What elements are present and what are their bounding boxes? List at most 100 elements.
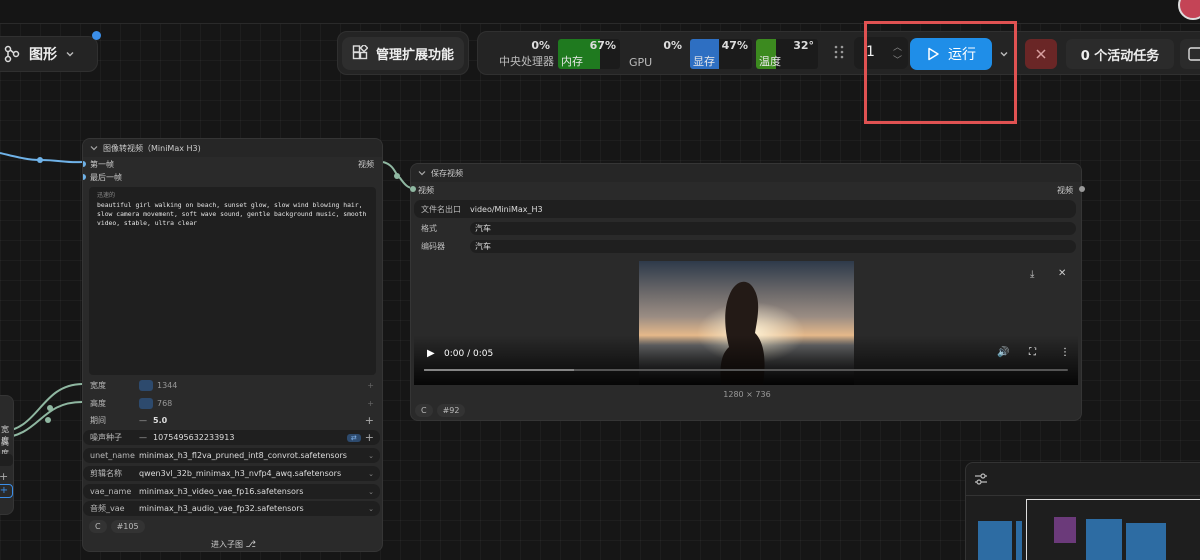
- plus-icon[interactable]: +: [365, 414, 374, 427]
- fullscreen-icon[interactable]: ⛶: [1029, 347, 1036, 358]
- vae-value: minimax_h3_video_vae_fp16.safetensors: [139, 487, 304, 496]
- chevron-down-icon: ⌄: [368, 451, 374, 460]
- left-widget[interactable]: [0, 454, 13, 466]
- duration-row[interactable]: 期间 — 5.0 +: [83, 413, 380, 428]
- vram-label: 显存: [693, 55, 715, 68]
- save-video-node[interactable]: 保存视频 视频 视频 文件名出口 video/MiniMax_H3 格式 汽车 …: [410, 163, 1082, 421]
- height-value: 768: [157, 399, 173, 408]
- clip-row[interactable]: 剪辑名称 qwen3vl_32b_minimax_h3_nvfp4_awq.sa…: [83, 466, 380, 481]
- height-label: 高度: [90, 399, 106, 408]
- seed-row[interactable]: 噪声种子 — 1075495632233913 ⇄ +: [83, 430, 380, 445]
- minimap-block: [1054, 517, 1076, 543]
- comfy-icon: C: [89, 520, 107, 533]
- plus-icon: +: [367, 381, 374, 390]
- vae-label: vae_name: [90, 487, 132, 496]
- filename-prefix-row[interactable]: 文件名出口 video/MiniMax_H3: [414, 200, 1076, 218]
- audio-vae-label: 音频_vae: [90, 504, 125, 513]
- filename-prefix-label: 文件名出口: [421, 204, 461, 214]
- linked-indicator: [139, 398, 153, 409]
- audio-vae-row[interactable]: 音频_vae minimax_h3_audio_vae_fp32.safeten…: [83, 501, 380, 516]
- save-node-footer: C #92: [415, 404, 466, 417]
- minimap[interactable]: [965, 462, 1200, 560]
- minimap-block: [1016, 521, 1022, 560]
- clip-label: 剪辑名称: [90, 469, 122, 478]
- save-video-input-label: 视频: [418, 186, 434, 195]
- codec-label: 编码器: [421, 241, 445, 251]
- save-node-title: 保存视频: [431, 168, 463, 178]
- first-frame-label: 第一帧: [90, 160, 114, 169]
- width-value: 1344: [157, 381, 178, 390]
- volume-icon[interactable]: 🔊: [997, 347, 1009, 358]
- prompt-textarea[interactable]: 迅速的 beautiful girl walking on beach, sun…: [89, 187, 376, 375]
- prompt-text: beautiful girl walking on beach, sunset …: [97, 201, 367, 227]
- ram-label: 内存: [561, 55, 583, 68]
- temp-value: 32°: [793, 39, 814, 52]
- minimap-block: [1086, 519, 1122, 560]
- save-node-header[interactable]: 保存视频: [411, 164, 1081, 182]
- width-label: 宽度: [90, 381, 106, 390]
- enter-subgraph-label: 进入子图: [211, 540, 244, 549]
- minimap-settings-icon[interactable]: [974, 471, 988, 490]
- chevron-down-icon: ⌄: [368, 504, 374, 513]
- more-options-icon[interactable]: ⋮: [1060, 347, 1070, 358]
- codec-value: 汽车: [470, 239, 1076, 253]
- unet-value: minimax_h3_fl2va_pruned_int8_convrot.saf…: [139, 451, 347, 460]
- controls-shade: [414, 335, 1078, 385]
- filename-prefix-value: video/MiniMax_H3: [470, 204, 543, 214]
- seed-value: 1075495632233913: [153, 433, 235, 442]
- comfy-icon: C: [415, 404, 433, 417]
- format-row[interactable]: 格式 汽车: [414, 221, 1076, 235]
- unet-label: unet_name: [90, 451, 135, 460]
- video-buffer: [424, 369, 574, 371]
- node-header[interactable]: 图像转视频（MiniMax H3): [83, 139, 382, 157]
- left-node[interactable]: 宽度 高度 + +: [0, 395, 14, 515]
- seed-label: 噪声种子: [90, 433, 122, 442]
- minimap-block: [1126, 523, 1166, 560]
- width-row[interactable]: 宽度 1344 +: [83, 378, 380, 393]
- node-title: 图像转视频（MiniMax H3): [103, 143, 201, 153]
- save-video-input-dot[interactable]: [410, 186, 416, 192]
- video-player[interactable]: ▶ 0:00 / 0:05 🔊 ⛶ ⋮: [414, 261, 1078, 385]
- duration-label: 期间: [90, 416, 106, 425]
- enter-subgraph-button[interactable]: 进入子图 ⎇: [83, 539, 382, 550]
- prompt-placeholder: 迅速的: [97, 192, 116, 199]
- first-frame-input-dot[interactable]: [83, 161, 86, 167]
- collapse-icon[interactable]: [418, 169, 426, 177]
- plus-icon[interactable]: +: [0, 470, 8, 483]
- chevron-down-icon: ⌄: [368, 469, 374, 478]
- chevron-down-icon: ⌄: [368, 487, 374, 496]
- format-label: 格式: [421, 223, 437, 233]
- node-id-badge: #105: [110, 520, 145, 533]
- vram-value: 47%: [721, 39, 748, 52]
- clip-value: qwen3vl_32b_minimax_h3_nvfp4_awq.safeten…: [139, 469, 342, 478]
- video-resolution: 1280 × 736: [723, 390, 771, 399]
- minus-icon[interactable]: —: [139, 433, 147, 442]
- add-node-icon[interactable]: +: [0, 484, 13, 498]
- last-frame-input-dot[interactable]: [83, 174, 86, 180]
- ram-value: 67%: [589, 39, 616, 52]
- subgraph-icon: ⎇: [245, 540, 256, 550]
- image-to-video-node[interactable]: 图像转视频（MiniMax H3) 第一帧 最后一帧 视频 迅速的 beauti…: [82, 138, 383, 552]
- node-footer: C #105: [89, 520, 145, 533]
- minimap-divider: [966, 495, 1200, 496]
- vae-row[interactable]: vae_name minimax_h3_video_vae_fp16.safet…: [83, 484, 380, 499]
- last-frame-label: 最后一帧: [90, 173, 122, 182]
- audio-vae-value: minimax_h3_audio_vae_fp32.safetensors: [139, 504, 304, 513]
- plus-icon: +: [367, 399, 374, 408]
- play-icon[interactable]: ▶: [427, 348, 435, 359]
- minus-icon[interactable]: —: [139, 416, 147, 425]
- codec-row[interactable]: 编码器 汽车: [414, 239, 1076, 253]
- save-node-id-badge: #92: [436, 404, 466, 417]
- save-video-output-label: 视频: [1057, 186, 1073, 195]
- plus-icon[interactable]: +: [365, 431, 374, 444]
- minimap-block: [978, 521, 1012, 560]
- video-output-label: 视频: [358, 160, 374, 169]
- video-time: 0:00 / 0:05: [444, 349, 494, 359]
- shuffle-icon[interactable]: ⇄: [346, 433, 361, 442]
- unet-row[interactable]: unet_name minimax_h3_fl2va_pruned_int8_c…: [83, 448, 380, 463]
- height-row[interactable]: 高度 768 +: [83, 396, 380, 411]
- linked-indicator: [139, 380, 153, 391]
- format-value: 汽车: [470, 221, 1076, 235]
- save-video-output-dot[interactable]: [1079, 186, 1085, 192]
- collapse-icon[interactable]: [90, 144, 98, 152]
